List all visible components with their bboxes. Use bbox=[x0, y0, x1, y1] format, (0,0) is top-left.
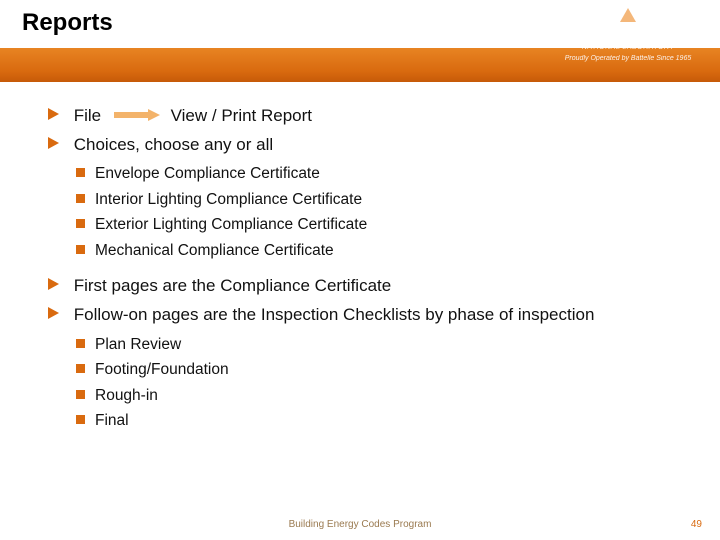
square-bullet-icon bbox=[76, 415, 85, 424]
list-item: Interior Lighting Compliance Certificate bbox=[76, 189, 688, 211]
sub-text: Interior Lighting Compliance Certificate bbox=[95, 191, 362, 208]
sub-text: Exterior Lighting Compliance Certificate bbox=[95, 216, 367, 233]
triangle-bullet-icon bbox=[48, 137, 59, 149]
slide-body: File View / Print Report Choices, choose… bbox=[0, 82, 720, 433]
sub-text: Final bbox=[95, 412, 129, 429]
triangle-bullet-icon bbox=[48, 307, 59, 319]
logo-name: Pacific Northwest bbox=[548, 30, 708, 44]
square-bullet-icon bbox=[76, 194, 85, 203]
logo-subtitle: NATIONAL LABORATORY bbox=[548, 44, 708, 51]
square-bullet-icon bbox=[76, 364, 85, 373]
sub-text: Plan Review bbox=[95, 336, 181, 353]
square-bullet-icon bbox=[76, 339, 85, 348]
slide-header: Reports Pacific Northwest NATIONAL LABOR… bbox=[0, 0, 720, 82]
sub-text: Footing/Foundation bbox=[95, 361, 229, 378]
sub-text: Envelope Compliance Certificate bbox=[95, 165, 320, 182]
list-item: Rough-in bbox=[76, 385, 688, 407]
list-item: File View / Print Report bbox=[48, 104, 688, 129]
triangle-bullet-icon bbox=[48, 108, 59, 120]
list-item: Choices, choose any or all Envelope Comp… bbox=[48, 133, 688, 263]
page-title: Reports bbox=[22, 9, 113, 37]
bullet-text-pre: File bbox=[74, 106, 101, 125]
square-bullet-icon bbox=[76, 219, 85, 228]
list-item: Final bbox=[76, 410, 688, 432]
square-bullet-icon bbox=[76, 168, 85, 177]
list-item: Envelope Compliance Certificate bbox=[76, 163, 688, 185]
list-item: First pages are the Compliance Certifica… bbox=[48, 274, 688, 299]
sub-text: Rough-in bbox=[95, 387, 158, 404]
list-item: Footing/Foundation bbox=[76, 359, 688, 381]
bullet-text: Follow-on pages are the Inspection Check… bbox=[74, 305, 595, 324]
bullet-text-post: View / Print Report bbox=[171, 106, 312, 125]
bullet-text: Choices, choose any or all bbox=[74, 135, 273, 154]
sub-text: Mechanical Compliance Certificate bbox=[95, 242, 334, 259]
triangle-bullet-icon bbox=[48, 278, 59, 290]
square-bullet-icon bbox=[76, 245, 85, 254]
square-bullet-icon bbox=[76, 390, 85, 399]
list-item: Mechanical Compliance Certificate bbox=[76, 240, 688, 262]
logo-tagline: Proudly Operated by Battelle Since 1965 bbox=[548, 55, 708, 62]
list-item: Exterior Lighting Compliance Certificate bbox=[76, 214, 688, 236]
arrow-right-icon bbox=[114, 104, 160, 129]
page-number: 49 bbox=[691, 519, 702, 530]
logo-mark-icon bbox=[548, 6, 708, 28]
bullet-text: First pages are the Compliance Certifica… bbox=[74, 276, 391, 295]
brand-logo: Pacific Northwest NATIONAL LABORATORY Pr… bbox=[548, 6, 708, 62]
footer-text: Building Energy Codes Program bbox=[0, 519, 720, 530]
list-item: Plan Review bbox=[76, 334, 688, 356]
list-item: Follow-on pages are the Inspection Check… bbox=[48, 303, 688, 433]
